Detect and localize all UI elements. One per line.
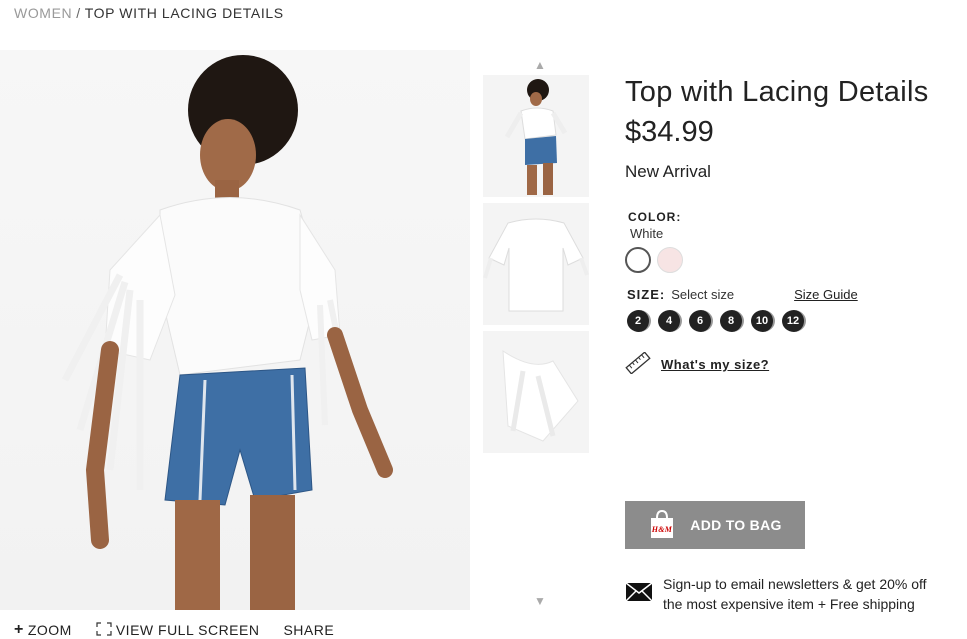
- product-details: Top with Lacing Details $34.99 New Arriv…: [625, 74, 965, 377]
- color-label: COLOR:: [628, 210, 682, 224]
- swatch-white[interactable]: [625, 247, 651, 273]
- bag-logo-text: H&M: [651, 525, 673, 534]
- size-guide-link[interactable]: Size Guide: [794, 287, 858, 302]
- size-option[interactable]: 12: [782, 310, 806, 332]
- main-product-image[interactable]: [0, 50, 470, 610]
- thumbnail-flat-lay[interactable]: [483, 203, 589, 325]
- shopping-bag-icon: H&M: [648, 509, 676, 542]
- whats-my-size-link[interactable]: What's my size?: [661, 357, 769, 372]
- newsletter-text: Sign-up to email newsletters & get 20% o…: [663, 574, 927, 614]
- size-row: SIZE: Select size Size Guide: [625, 287, 965, 302]
- whats-my-size[interactable]: What's my size?: [625, 351, 965, 377]
- swatch-light-pink[interactable]: [657, 247, 683, 273]
- breadcrumb-women-link[interactable]: WOMEN: [14, 5, 72, 21]
- color-value: White: [630, 226, 664, 241]
- thumbnail-list: [483, 75, 589, 459]
- breadcrumb-separator: /: [76, 5, 81, 21]
- ruler-icon: [625, 351, 651, 377]
- new-arrival-badge: New Arrival: [625, 162, 711, 181]
- size-select-prompt: Select size: [671, 287, 735, 302]
- full-screen-button[interactable]: VIEW FULL SCREEN: [96, 621, 260, 639]
- plus-icon: +: [14, 621, 24, 638]
- newsletter-line-2: the most expensive item + Free shipping: [663, 596, 915, 612]
- size-label: SIZE:: [627, 287, 666, 302]
- image-actions: + ZOOM VIEW FULL SCREEN SHARE: [14, 621, 334, 639]
- full-screen-label: VIEW FULL SCREEN: [115, 622, 260, 638]
- size-option[interactable]: 2: [627, 310, 651, 332]
- color-swatches: [625, 247, 965, 273]
- newsletter-signup[interactable]: Sign-up to email newsletters & get 20% o…: [625, 574, 927, 614]
- size-option[interactable]: 6: [689, 310, 713, 332]
- product-title: Top with Lacing Details: [625, 76, 929, 108]
- share-button[interactable]: SHARE: [283, 621, 334, 639]
- newsletter-line-1: Sign-up to email newsletters & get 20% o…: [663, 576, 927, 592]
- breadcrumb-current: TOP WITH LACING DETAILS: [84, 5, 284, 21]
- expand-icon: [96, 621, 112, 639]
- size-option[interactable]: 10: [751, 310, 775, 332]
- size-options: 2 4 6 8 10 12: [627, 310, 965, 332]
- add-to-bag-label: ADD TO BAG: [690, 517, 782, 533]
- breadcrumb: WOMEN / TOP WITH LACING DETAILS: [14, 5, 284, 21]
- product-price: $34.99: [625, 116, 714, 148]
- thumbnail-scroll-up-icon[interactable]: ▲: [530, 58, 550, 72]
- envelope-icon: [625, 581, 653, 607]
- size-option[interactable]: 4: [658, 310, 682, 332]
- thumbnail-scroll-down-icon[interactable]: ▼: [530, 594, 550, 608]
- size-option[interactable]: 8: [720, 310, 744, 332]
- thumbnail-model[interactable]: [483, 75, 589, 197]
- zoom-button[interactable]: + ZOOM: [14, 621, 72, 639]
- thumbnail-detail[interactable]: [483, 331, 589, 453]
- zoom-label: ZOOM: [27, 622, 72, 638]
- add-to-bag-button[interactable]: H&M ADD TO BAG: [625, 501, 805, 549]
